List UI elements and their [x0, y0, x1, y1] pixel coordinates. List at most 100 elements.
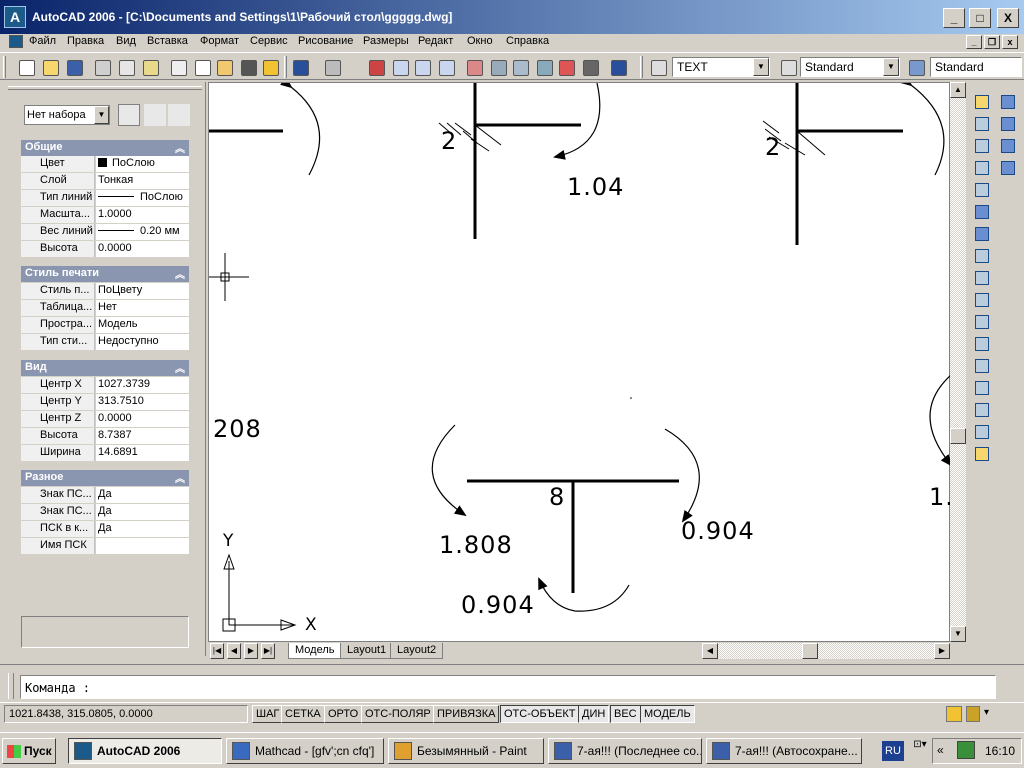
print-icon[interactable]: [92, 57, 112, 77]
prop-row[interactable]: Тип линий ПоСлою: [21, 190, 189, 207]
language-indicator[interactable]: RU: [882, 741, 904, 761]
prop-row[interactable]: Ширина 14.6891: [21, 445, 189, 462]
collapse-icon[interactable]: ︽: [175, 360, 185, 375]
text-style-select[interactable]: TEXT ▼: [672, 57, 770, 77]
table-style-icon[interactable]: [906, 57, 926, 77]
chevron-down-icon[interactable]: ▼: [753, 58, 769, 76]
doc-minimize-button[interactable]: _: [966, 35, 982, 49]
send-to-back-icon[interactable]: [998, 114, 1016, 132]
mirror-icon[interactable]: [972, 136, 990, 154]
menu-help[interactable]: Справка: [506, 35, 549, 47]
doc-close-button[interactable]: x: [1002, 35, 1018, 49]
prev-tab-icon[interactable]: ◀: [227, 643, 241, 659]
blockedit-icon[interactable]: [260, 57, 280, 77]
section-misc[interactable]: Разное ︽: [21, 470, 189, 486]
task-paint[interactable]: Безымянный - Paint: [388, 738, 544, 764]
menu-draw[interactable]: Рисование: [298, 35, 353, 47]
status-menu-icon[interactable]: ▾: [984, 707, 989, 718]
properties-icon[interactable]: [464, 57, 484, 77]
selection-select[interactable]: Нет набора ▼: [24, 105, 110, 125]
prop-row[interactable]: Стиль п... ПоЦвету: [21, 283, 189, 300]
autocad-icon[interactable]: A: [4, 6, 26, 28]
vertical-scrollbar[interactable]: ▲ ▼: [950, 82, 966, 642]
snap-toggle[interactable]: ШАГ: [252, 705, 284, 723]
prop-row[interactable]: Простра... Модель: [21, 317, 189, 334]
rotate-icon[interactable]: [972, 224, 990, 242]
command-grip[interactable]: [8, 673, 14, 699]
scale-icon[interactable]: [972, 246, 990, 264]
menu-view[interactable]: Вид: [116, 35, 136, 47]
prop-row[interactable]: Центр X 1027.3739: [21, 377, 189, 394]
start-button[interactable]: Пуск: [2, 738, 56, 764]
publish-icon[interactable]: [140, 57, 160, 77]
lineweight-toggle[interactable]: ВЕС: [610, 705, 641, 723]
join-icon[interactable]: [972, 378, 990, 396]
grid-toggle[interactable]: СЕТКА: [281, 705, 325, 723]
prop-row[interactable]: Центр Z 0.0000: [21, 411, 189, 428]
matchprop-icon[interactable]: [238, 57, 258, 77]
minimize-button[interactable]: _: [943, 8, 965, 28]
prop-row[interactable]: Тип сти... Недоступно: [21, 334, 189, 351]
task-autocad[interactable]: AutoCAD 2006: [68, 738, 222, 764]
osnap-toggle[interactable]: ПРИВЯЗКА: [433, 705, 500, 723]
scroll-left-icon[interactable]: ◀: [702, 643, 718, 659]
offset-icon[interactable]: [972, 158, 990, 176]
break-at-point-icon[interactable]: [972, 334, 990, 352]
collapse-icon[interactable]: ︽: [175, 140, 185, 155]
undo-icon[interactable]: [290, 57, 310, 77]
save-icon[interactable]: [64, 57, 84, 77]
prop-row[interactable]: Цвет ПоСлою: [21, 156, 189, 173]
prop-row[interactable]: Слой Тонкая: [21, 173, 189, 190]
menu-format[interactable]: Формат: [200, 35, 239, 47]
menu-dimension[interactable]: Размеры: [363, 35, 409, 47]
open-icon[interactable]: [40, 57, 60, 77]
language-menu-icon[interactable]: ⊡▾: [912, 739, 928, 763]
collapse-icon[interactable]: ︽: [175, 266, 185, 281]
cut-icon[interactable]: [168, 57, 188, 77]
collapse-icon[interactable]: ︽: [175, 470, 185, 485]
scroll-down-icon[interactable]: ▼: [950, 626, 966, 642]
task-word-1[interactable]: 7-ая!!! (Последнее со...: [548, 738, 702, 764]
zoom-previous-icon[interactable]: [436, 57, 456, 77]
fillet-icon[interactable]: [972, 422, 990, 440]
help-icon[interactable]: [608, 57, 628, 77]
palette-grip[interactable]: [8, 86, 202, 90]
explode-icon[interactable]: [972, 444, 990, 462]
preview-icon[interactable]: [116, 57, 136, 77]
horizontal-scrollbar[interactable]: ◀ ▶: [702, 643, 950, 659]
menu-insert[interactable]: Вставка: [147, 35, 188, 47]
chamfer-icon[interactable]: [972, 400, 990, 418]
paste-icon[interactable]: [214, 57, 234, 77]
send-under-icon[interactable]: [998, 158, 1016, 176]
first-tab-icon[interactable]: |◀: [210, 643, 224, 659]
new-icon[interactable]: [16, 57, 36, 77]
scroll-right-icon[interactable]: ▶: [934, 643, 950, 659]
trim-icon[interactable]: [972, 290, 990, 308]
extend-icon[interactable]: [972, 312, 990, 330]
section-view[interactable]: Вид ︽: [21, 360, 189, 376]
erase-icon[interactable]: [972, 92, 990, 110]
zoom-realtime-icon[interactable]: [390, 57, 410, 77]
menu-modify[interactable]: Редакт: [418, 35, 453, 47]
tray-expand-icon[interactable]: «: [937, 743, 944, 757]
bring-to-front-icon[interactable]: [998, 92, 1016, 110]
menu-tools[interactable]: Сервис: [250, 35, 288, 47]
sheetset-icon[interactable]: [534, 57, 554, 77]
tab-layout2[interactable]: Layout2: [390, 643, 444, 659]
toggle-pickadd-icon[interactable]: [118, 104, 140, 126]
warning-icon[interactable]: [946, 706, 962, 722]
prop-row[interactable]: Знак ПС... Да: [21, 487, 189, 504]
chevron-down-icon[interactable]: ▼: [94, 106, 109, 124]
polar-toggle[interactable]: ОТС-ПОЛЯР: [361, 705, 435, 723]
stretch-icon[interactable]: [972, 268, 990, 286]
prop-row[interactable]: Высота 8.7387: [21, 428, 189, 445]
network-icon[interactable]: [957, 741, 975, 759]
move-icon[interactable]: [972, 202, 990, 220]
dim-style-icon[interactable]: [778, 57, 798, 77]
calculator-icon[interactable]: [580, 57, 600, 77]
break-icon[interactable]: [972, 356, 990, 374]
tab-model[interactable]: Модель: [288, 643, 342, 659]
ortho-toggle[interactable]: ОРТО: [324, 705, 363, 723]
menu-window[interactable]: Окно: [467, 35, 493, 47]
array-icon[interactable]: [972, 180, 990, 198]
